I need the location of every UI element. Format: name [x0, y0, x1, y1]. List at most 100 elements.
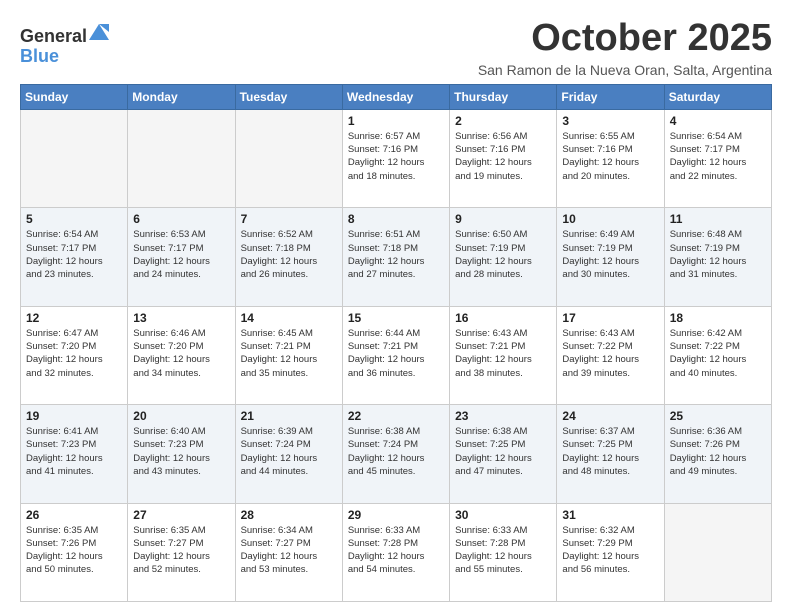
table-row: 23Sunrise: 6:38 AM Sunset: 7:25 PM Dayli… — [450, 405, 557, 503]
day-info: Sunrise: 6:51 AM Sunset: 7:18 PM Dayligh… — [348, 228, 444, 281]
day-number: 5 — [26, 212, 122, 226]
day-info: Sunrise: 6:49 AM Sunset: 7:19 PM Dayligh… — [562, 228, 658, 281]
col-wednesday: Wednesday — [342, 84, 449, 109]
table-row: 27 Sunrise: 6:35 AM Sunset: 7:27 PM Dayli… — [128, 503, 235, 601]
title-block: October 2025 San Ramon de la Nueva Oran,… — [478, 18, 772, 78]
table-row: 10 Sunrise: 6:49 AM Sunset: 7:19 PM Dayli… — [557, 208, 664, 306]
day-number: 29 — [348, 508, 444, 522]
location: San Ramon de la Nueva Oran, Salta, Argen… — [478, 62, 772, 78]
day-number: 16 — [455, 311, 551, 325]
logo-icon — [89, 26, 109, 46]
logo-general-text: General — [20, 26, 87, 46]
day-number: 26 — [26, 508, 122, 522]
table-row: 5 Sunrise: 6:54 AM Sunset: 7:17 PM Daylig… — [21, 208, 128, 306]
table-row: 25 Sunrise: 6:36 AM Sunset: 7:26 PM Dayli… — [664, 405, 771, 503]
day-info: Sunrise: 6:47 AM Sunset: 7:20 PM Dayligh… — [26, 327, 122, 380]
day-number: 31 — [562, 508, 658, 522]
table-row — [235, 109, 342, 207]
day-info: Sunrise: 6:54 AM Sunset: 7:17 PM Dayligh… — [26, 228, 122, 281]
day-number: 4 — [670, 114, 766, 128]
table-row: 8 Sunrise: 6:51 AM Sunset: 7:18 PM Daylig… — [342, 208, 449, 306]
day-number: 3 — [562, 114, 658, 128]
calendar-week-row: 1Sunrise: 6:57 AM Sunset: 7:16 PM Daylig… — [21, 109, 772, 207]
day-number: 19 — [26, 409, 122, 423]
table-row — [664, 503, 771, 601]
day-number: 13 — [133, 311, 229, 325]
table-row: 21 Sunrise: 6:39 AM Sunset: 7:24 PM Dayli… — [235, 405, 342, 503]
table-row: 17Sunrise: 6:43 AM Sunset: 7:22 PM Dayli… — [557, 306, 664, 404]
table-row: 18Sunrise: 6:42 AM Sunset: 7:22 PM Dayli… — [664, 306, 771, 404]
day-number: 8 — [348, 212, 444, 226]
table-row: 26Sunrise: 6:35 AM Sunset: 7:26 PM Dayli… — [21, 503, 128, 601]
day-number: 11 — [670, 212, 766, 226]
day-number: 24 — [562, 409, 658, 423]
day-info: Sunrise: 6:32 AM Sunset: 7:29 PM Dayligh… — [562, 524, 658, 577]
day-info: Sunrise: 6:33 AM Sunset: 7:28 PM Dayligh… — [348, 524, 444, 577]
table-row: 11 Sunrise: 6:48 AM Sunset: 7:19 PM Dayli… — [664, 208, 771, 306]
day-number: 30 — [455, 508, 551, 522]
table-row: 3 Sunrise: 6:55 AM Sunset: 7:16 PM Daylig… — [557, 109, 664, 207]
table-row: 15 Sunrise: 6:44 AM Sunset: 7:21 PM Dayli… — [342, 306, 449, 404]
table-row: 4Sunrise: 6:54 AM Sunset: 7:17 PM Daylig… — [664, 109, 771, 207]
day-info: Sunrise: 6:56 AM Sunset: 7:16 PM Dayligh… — [455, 130, 551, 183]
calendar-header-row: Sunday Monday Tuesday Wednesday Thursday… — [21, 84, 772, 109]
day-info: Sunrise: 6:35 AM Sunset: 7:27 PM Dayligh… — [133, 524, 229, 577]
day-info: Sunrise: 6:55 AM Sunset: 7:16 PM Dayligh… — [562, 130, 658, 183]
day-info: Sunrise: 6:52 AM Sunset: 7:18 PM Dayligh… — [241, 228, 337, 281]
calendar-week-row: 5 Sunrise: 6:54 AM Sunset: 7:17 PM Daylig… — [21, 208, 772, 306]
table-row: 30 Sunrise: 6:33 AM Sunset: 7:28 PM Dayli… — [450, 503, 557, 601]
calendar-week-row: 19 Sunrise: 6:41 AM Sunset: 7:23 PM Dayli… — [21, 405, 772, 503]
col-sunday: Sunday — [21, 84, 128, 109]
day-number: 10 — [562, 212, 658, 226]
day-number: 25 — [670, 409, 766, 423]
day-number: 15 — [348, 311, 444, 325]
day-info: Sunrise: 6:33 AM Sunset: 7:28 PM Dayligh… — [455, 524, 551, 577]
calendar: Sunday Monday Tuesday Wednesday Thursday… — [20, 84, 772, 602]
day-number: 27 — [133, 508, 229, 522]
day-info: Sunrise: 6:50 AM Sunset: 7:19 PM Dayligh… — [455, 228, 551, 281]
table-row: 19 Sunrise: 6:41 AM Sunset: 7:23 PM Dayli… — [21, 405, 128, 503]
logo: General Blue — [20, 22, 109, 67]
col-monday: Monday — [128, 84, 235, 109]
header: General Blue October 2025 San Ramon de l… — [20, 18, 772, 78]
day-info: Sunrise: 6:41 AM Sunset: 7:23 PM Dayligh… — [26, 425, 122, 478]
day-number: 6 — [133, 212, 229, 226]
table-row: 1Sunrise: 6:57 AM Sunset: 7:16 PM Daylig… — [342, 109, 449, 207]
day-info: Sunrise: 6:36 AM Sunset: 7:26 PM Dayligh… — [670, 425, 766, 478]
table-row: 24 Sunrise: 6:37 AM Sunset: 7:25 PM Dayli… — [557, 405, 664, 503]
day-number: 2 — [455, 114, 551, 128]
day-info: Sunrise: 6:43 AM Sunset: 7:21 PM Dayligh… — [455, 327, 551, 380]
table-row: 31 Sunrise: 6:32 AM Sunset: 7:29 PM Dayli… — [557, 503, 664, 601]
table-row: 20 Sunrise: 6:40 AM Sunset: 7:23 PM Dayli… — [128, 405, 235, 503]
table-row: 14Sunrise: 6:45 AM Sunset: 7:21 PM Dayli… — [235, 306, 342, 404]
day-info: Sunrise: 6:39 AM Sunset: 7:24 PM Dayligh… — [241, 425, 337, 478]
day-number: 7 — [241, 212, 337, 226]
table-row: 16 Sunrise: 6:43 AM Sunset: 7:21 PM Dayli… — [450, 306, 557, 404]
day-info: Sunrise: 6:43 AM Sunset: 7:22 PM Dayligh… — [562, 327, 658, 380]
day-number: 12 — [26, 311, 122, 325]
day-info: Sunrise: 6:38 AM Sunset: 7:25 PM Dayligh… — [455, 425, 551, 478]
table-row: 7 Sunrise: 6:52 AM Sunset: 7:18 PM Daylig… — [235, 208, 342, 306]
day-info: Sunrise: 6:40 AM Sunset: 7:23 PM Dayligh… — [133, 425, 229, 478]
day-number: 20 — [133, 409, 229, 423]
day-number: 22 — [348, 409, 444, 423]
day-info: Sunrise: 6:46 AM Sunset: 7:20 PM Dayligh… — [133, 327, 229, 380]
table-row: 29 Sunrise: 6:33 AM Sunset: 7:28 PM Dayli… — [342, 503, 449, 601]
day-info: Sunrise: 6:45 AM Sunset: 7:21 PM Dayligh… — [241, 327, 337, 380]
day-info: Sunrise: 6:44 AM Sunset: 7:21 PM Dayligh… — [348, 327, 444, 380]
day-info: Sunrise: 6:34 AM Sunset: 7:27 PM Dayligh… — [241, 524, 337, 577]
table-row — [21, 109, 128, 207]
day-info: Sunrise: 6:48 AM Sunset: 7:19 PM Dayligh… — [670, 228, 766, 281]
table-row: 9Sunrise: 6:50 AM Sunset: 7:19 PM Daylig… — [450, 208, 557, 306]
day-info: Sunrise: 6:37 AM Sunset: 7:25 PM Dayligh… — [562, 425, 658, 478]
day-number: 18 — [670, 311, 766, 325]
logo-blue-text: Blue — [20, 46, 59, 66]
day-number: 28 — [241, 508, 337, 522]
day-number: 21 — [241, 409, 337, 423]
table-row — [128, 109, 235, 207]
table-row: 13 Sunrise: 6:46 AM Sunset: 7:20 PM Dayli… — [128, 306, 235, 404]
page: General Blue October 2025 San Ramon de l… — [0, 0, 792, 612]
table-row: 2 Sunrise: 6:56 AM Sunset: 7:16 PM Daylig… — [450, 109, 557, 207]
day-info: Sunrise: 6:38 AM Sunset: 7:24 PM Dayligh… — [348, 425, 444, 478]
col-saturday: Saturday — [664, 84, 771, 109]
